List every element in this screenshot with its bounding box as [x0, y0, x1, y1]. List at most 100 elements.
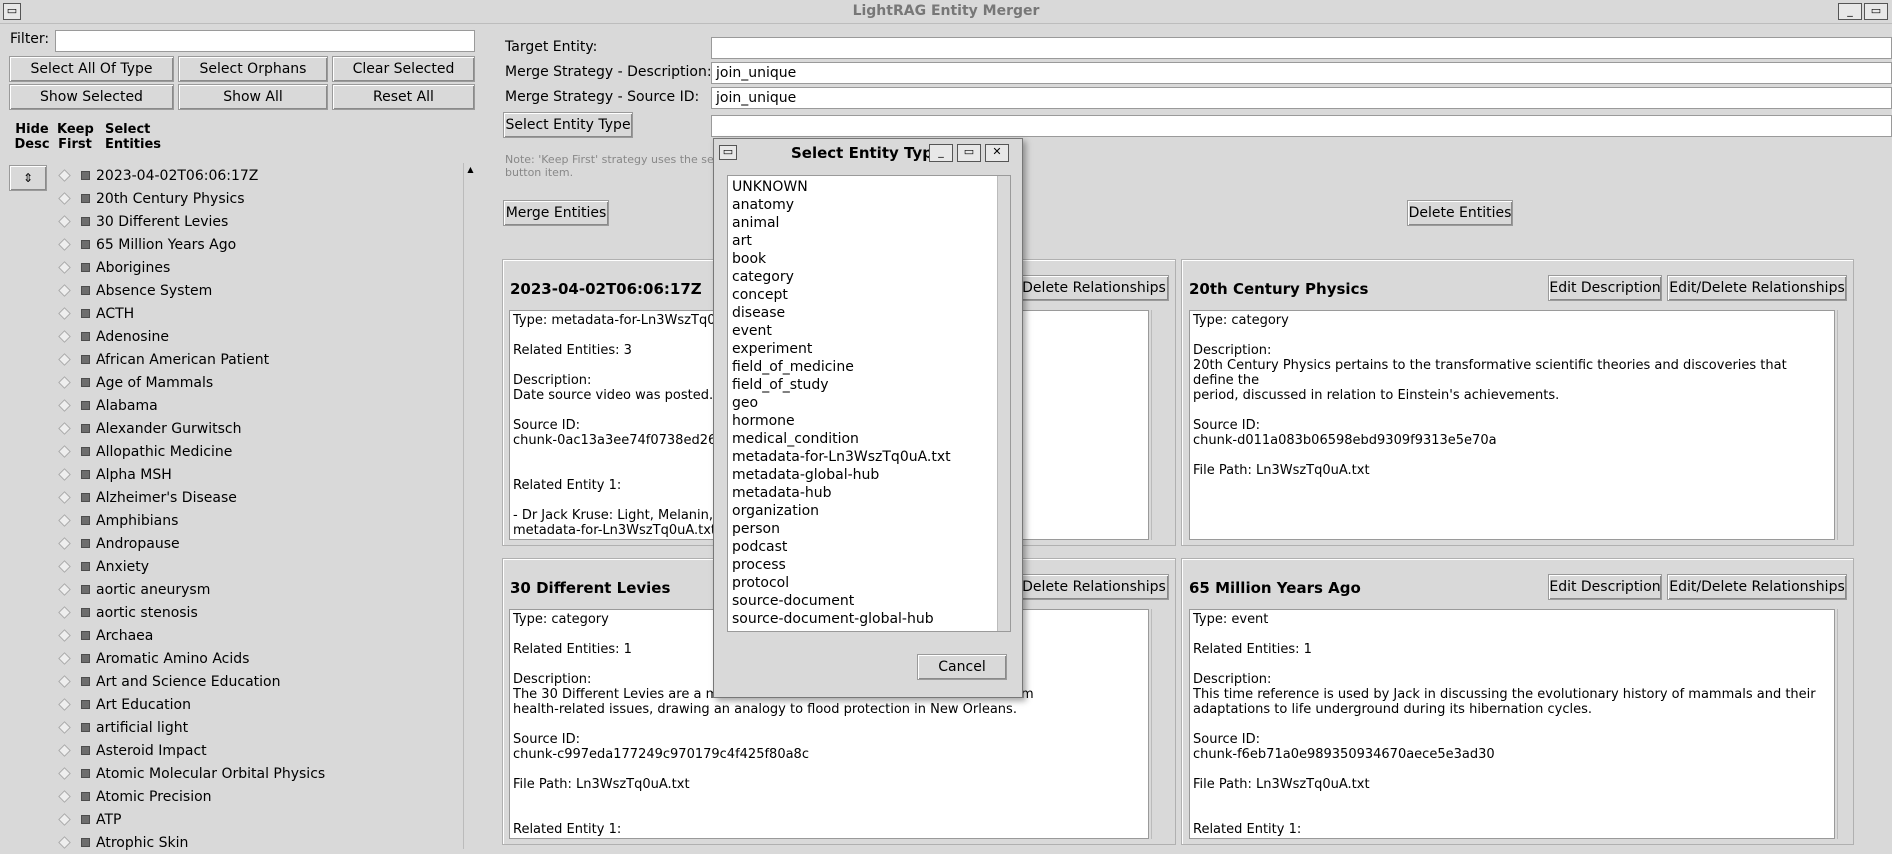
entity-list-item[interactable]: Allopathic Medicine	[58, 440, 232, 463]
select-entity-checkbox[interactable]	[81, 447, 90, 456]
entity-type-option[interactable]: book	[716, 250, 951, 268]
keep-first-radio[interactable]	[58, 307, 71, 320]
select-orphans-button[interactable]: Select Orphans	[178, 56, 328, 82]
entity-list-item[interactable]: Atomic Molecular Orbital Physics	[58, 762, 325, 785]
entity-type-option[interactable]: hormone	[716, 412, 951, 430]
entity-list-item[interactable]: Alexander Gurwitsch	[58, 417, 241, 440]
select-entity-checkbox[interactable]	[81, 194, 90, 203]
select-entity-checkbox[interactable]	[81, 332, 90, 341]
details-scrollbar[interactable]	[1837, 310, 1850, 540]
entity-type-input[interactable]	[711, 115, 1892, 137]
entity-details-text[interactable]: Type: category Description: 20th Century…	[1189, 310, 1835, 540]
keep-first-radio[interactable]	[58, 422, 71, 435]
entity-list-item[interactable]: Age of Mammals	[58, 371, 213, 394]
edit-delete-relationships-button[interactable]: Edit/Delete Relationships	[1667, 574, 1847, 600]
select-entity-checkbox[interactable]	[81, 424, 90, 433]
entity-list-item[interactable]: Adenosine	[58, 325, 169, 348]
merge-entities-button[interactable]: Merge Entities	[503, 200, 609, 226]
entity-type-option[interactable]: metadata-hub	[716, 484, 951, 502]
entity-type-option[interactable]: medical_condition	[716, 430, 951, 448]
select-entity-checkbox[interactable]	[81, 838, 90, 847]
select-entity-type-button[interactable]: Select Entity Type	[503, 112, 633, 138]
entity-list-item[interactable]: Alpha MSH	[58, 463, 172, 486]
keep-first-radio[interactable]	[58, 767, 71, 780]
entity-type-option[interactable]: geo	[716, 394, 951, 412]
entity-type-option[interactable]: process	[716, 556, 951, 574]
keep-first-radio[interactable]	[58, 652, 71, 665]
delete-relationships-button[interactable]: Delete Relationships	[1019, 574, 1169, 600]
keep-first-radio[interactable]	[58, 284, 71, 297]
reset-all-button[interactable]: Reset All	[332, 84, 475, 110]
dialog-close-icon[interactable]: ✕	[985, 144, 1009, 162]
select-entity-checkbox[interactable]	[81, 792, 90, 801]
entity-list-item[interactable]: Archaea	[58, 624, 153, 647]
keep-first-radio[interactable]	[58, 560, 71, 573]
select-entity-checkbox[interactable]	[81, 746, 90, 755]
entity-list-item[interactable]: Absence System	[58, 279, 212, 302]
merge-source-input[interactable]: join_unique	[711, 87, 1892, 109]
entity-list-item[interactable]: 2023-04-02T06:06:17Z	[58, 164, 258, 187]
entity-list-scrollbar[interactable]: ▲	[463, 163, 477, 849]
entity-type-option[interactable]: concept	[716, 286, 951, 304]
edit-delete-relationships-button[interactable]: Edit/Delete Relationships	[1667, 275, 1847, 301]
keep-first-radio[interactable]	[58, 445, 71, 458]
select-entity-checkbox[interactable]	[81, 401, 90, 410]
keep-first-radio[interactable]	[58, 836, 71, 849]
entity-list-item[interactable]: Art Education	[58, 693, 191, 716]
select-entity-checkbox[interactable]	[81, 470, 90, 479]
entity-list-item[interactable]: ACTH	[58, 302, 134, 325]
cancel-button[interactable]: Cancel	[917, 654, 1007, 680]
entity-list-item[interactable]: Atrophic Skin	[58, 831, 188, 854]
keep-first-radio[interactable]	[58, 468, 71, 481]
entity-type-option[interactable]: UNKNOWN	[716, 178, 951, 196]
entity-type-option[interactable]: source-document	[716, 592, 951, 610]
keep-first-radio[interactable]	[58, 537, 71, 550]
show-all-button[interactable]: Show All	[178, 84, 328, 110]
details-scrollbar[interactable]	[1151, 609, 1164, 839]
details-scrollbar[interactable]	[1151, 310, 1164, 540]
dialog-menu-icon[interactable]: ▭	[719, 145, 737, 160]
maximize-icon[interactable]: ▭	[1864, 3, 1888, 20]
dialog-minimize-icon[interactable]: _	[929, 144, 953, 162]
keep-first-radio[interactable]	[58, 606, 71, 619]
entity-type-option[interactable]: field_of_medicine	[716, 358, 951, 376]
keep-first-radio[interactable]	[58, 790, 71, 803]
entity-list-item[interactable]: Amphibians	[58, 509, 178, 532]
details-scrollbar[interactable]	[1837, 609, 1850, 839]
entity-list-item[interactable]: 20th Century Physics	[58, 187, 245, 210]
entity-type-option[interactable]: event	[716, 322, 951, 340]
keep-first-radio[interactable]	[58, 629, 71, 642]
entity-list-item[interactable]: 30 Different Levies	[58, 210, 228, 233]
entity-type-list[interactable]: UNKNOWN anatomy animal art book category conce…	[727, 175, 1011, 632]
select-entity-checkbox[interactable]	[81, 654, 90, 663]
keep-first-radio[interactable]	[58, 721, 71, 734]
delete-entities-button[interactable]: Delete Entities	[1407, 200, 1513, 226]
entity-list-item[interactable]: Anxiety	[58, 555, 149, 578]
keep-first-radio[interactable]	[58, 675, 71, 688]
entity-list-item[interactable]: 65 Million Years Ago	[58, 233, 236, 256]
keep-first-radio[interactable]	[58, 215, 71, 228]
keep-first-radio[interactable]	[58, 491, 71, 504]
keep-first-radio[interactable]	[58, 583, 71, 596]
keep-first-radio[interactable]	[58, 514, 71, 527]
entity-type-option[interactable]: person	[716, 520, 951, 538]
select-entity-checkbox[interactable]	[81, 217, 90, 226]
select-entity-checkbox[interactable]	[81, 585, 90, 594]
entity-list-item[interactable]: Asteroid Impact	[58, 739, 207, 762]
entity-list-item[interactable]: Art and Science Education	[58, 670, 280, 693]
select-entity-checkbox[interactable]	[81, 723, 90, 732]
entity-list-item[interactable]: aortic stenosis	[58, 601, 198, 624]
keep-first-radio[interactable]	[58, 376, 71, 389]
minimize-icon[interactable]: _	[1838, 3, 1862, 20]
keep-first-radio[interactable]	[58, 330, 71, 343]
entity-list-item[interactable]: African American Patient	[58, 348, 269, 371]
entity-list-item[interactable]: ATP	[58, 808, 121, 831]
entity-type-option[interactable]: experiment	[716, 340, 951, 358]
select-entity-checkbox[interactable]	[81, 815, 90, 824]
select-entity-checkbox[interactable]	[81, 378, 90, 387]
keep-first-radio[interactable]	[58, 353, 71, 366]
select-entity-checkbox[interactable]	[81, 516, 90, 525]
keep-first-radio[interactable]	[58, 169, 71, 182]
keep-first-radio[interactable]	[58, 192, 71, 205]
select-entity-checkbox[interactable]	[81, 309, 90, 318]
